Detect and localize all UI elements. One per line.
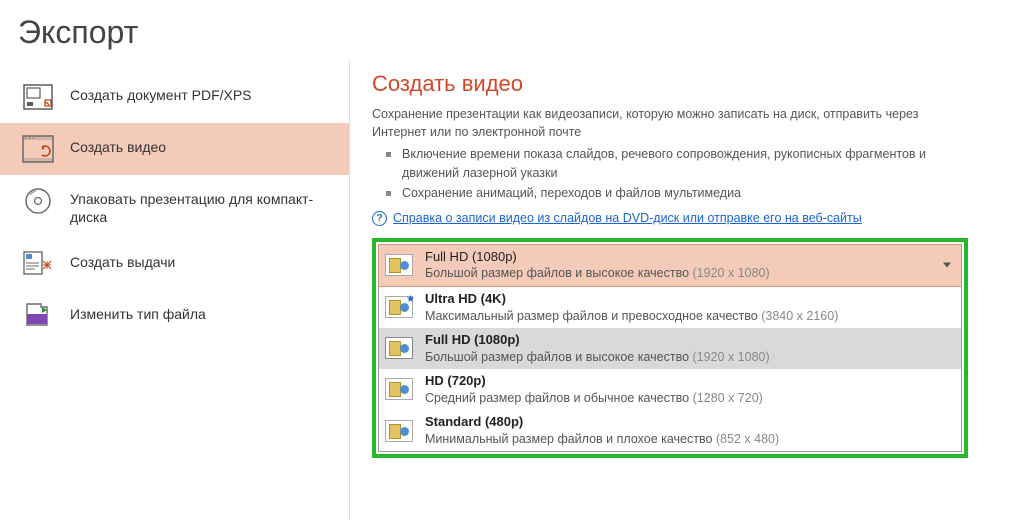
content-intro: Сохранение презентации как видеозаписи, … bbox=[372, 105, 952, 141]
sidebar-item-label: Создать видео bbox=[70, 135, 166, 157]
content-heading: Создать видео bbox=[372, 71, 989, 97]
sidebar-item-pdfxps[interactable]: Создать документ PDF/XPS bbox=[0, 71, 349, 123]
sidebar-item-label: Создать документ PDF/XPS bbox=[70, 83, 252, 105]
sidebar-item-handouts[interactable]: Создать выдачи bbox=[0, 238, 349, 290]
quality-option-desc: Максимальный размер файлов и превосходно… bbox=[425, 308, 838, 324]
page-title: Экспорт bbox=[0, 0, 1009, 61]
quality-option-title: Full HD (1080p) bbox=[425, 332, 770, 349]
main-row: Создать документ PDF/XPS Создать видео bbox=[0, 61, 1009, 520]
quality-option-ultrahd[interactable]: ★ Ultra HD (4K) Максимальный размер файл… bbox=[379, 287, 961, 328]
quality-option-title: HD (720p) bbox=[425, 373, 763, 390]
help-icon: ? bbox=[372, 211, 387, 226]
slide-thumb-icon bbox=[385, 420, 413, 442]
sidebar-item-create-video[interactable]: Создать видео bbox=[0, 123, 349, 175]
content-panel: Создать видео Сохранение презентации как… bbox=[350, 61, 1009, 520]
slide-thumb-icon bbox=[385, 378, 413, 400]
quality-option-fullhd[interactable]: Full HD (1080p) Большой размер файлов и … bbox=[379, 328, 961, 369]
sidebar-item-label: Упаковать презентацию для компакт-диска bbox=[70, 187, 330, 226]
slide-thumb-icon bbox=[385, 337, 413, 359]
chevron-down-icon bbox=[943, 263, 951, 268]
quality-dropdown-selected[interactable]: Full HD (1080p) Большой размер файлов и … bbox=[378, 244, 962, 287]
slide-thumb-icon bbox=[385, 254, 413, 276]
sidebar-item-label: Изменить тип файла bbox=[70, 302, 206, 324]
sidebar-item-label: Создать выдачи bbox=[70, 250, 175, 272]
quality-selected-desc: Большой размер файлов и высокое качество… bbox=[425, 265, 770, 281]
quality-selected-title: Full HD (1080p) bbox=[425, 249, 770, 266]
create-video-icon bbox=[22, 135, 54, 163]
help-link[interactable]: Справка о записи видео из слайдов на DVD… bbox=[393, 211, 862, 225]
content-bullet: Сохранение анимаций, переходов и файлов … bbox=[386, 184, 946, 203]
change-filetype-icon bbox=[22, 302, 54, 330]
help-row: ? Справка о записи видео из слайдов на D… bbox=[372, 211, 989, 226]
cd-icon bbox=[22, 187, 54, 215]
quality-option-hd[interactable]: HD (720p) Средний размер файлов и обычно… bbox=[379, 369, 961, 410]
sidebar-item-change-filetype[interactable]: Изменить тип файла bbox=[0, 290, 349, 342]
quality-option-standard[interactable]: Standard (480p) Минимальный размер файло… bbox=[379, 410, 961, 451]
quality-dropdown: Full HD (1080p) Большой размер файлов и … bbox=[372, 238, 968, 459]
quality-option-desc: Минимальный размер файлов и плохое качес… bbox=[425, 431, 779, 447]
quality-option-title: Standard (480p) bbox=[425, 414, 779, 431]
quality-option-desc: Большой размер файлов и высокое качество… bbox=[425, 349, 770, 365]
export-sidebar: Создать документ PDF/XPS Создать видео bbox=[0, 61, 350, 520]
handouts-icon bbox=[22, 250, 54, 278]
quality-option-title: Ultra HD (4K) bbox=[425, 291, 838, 308]
content-bullets: Включение времени показа слайдов, речево… bbox=[386, 145, 989, 202]
star-icon: ★ bbox=[406, 294, 415, 305]
quality-option-desc: Средний размер файлов и обычное качество… bbox=[425, 390, 763, 406]
pdfxps-icon bbox=[22, 83, 54, 111]
quality-dropdown-list: ★ Ultra HD (4K) Максимальный размер файл… bbox=[378, 287, 962, 453]
sidebar-item-package-cd[interactable]: Упаковать презентацию для компакт-диска bbox=[0, 175, 349, 238]
content-bullet: Включение времени показа слайдов, речево… bbox=[386, 145, 946, 183]
slide-thumb-icon: ★ bbox=[385, 296, 413, 318]
